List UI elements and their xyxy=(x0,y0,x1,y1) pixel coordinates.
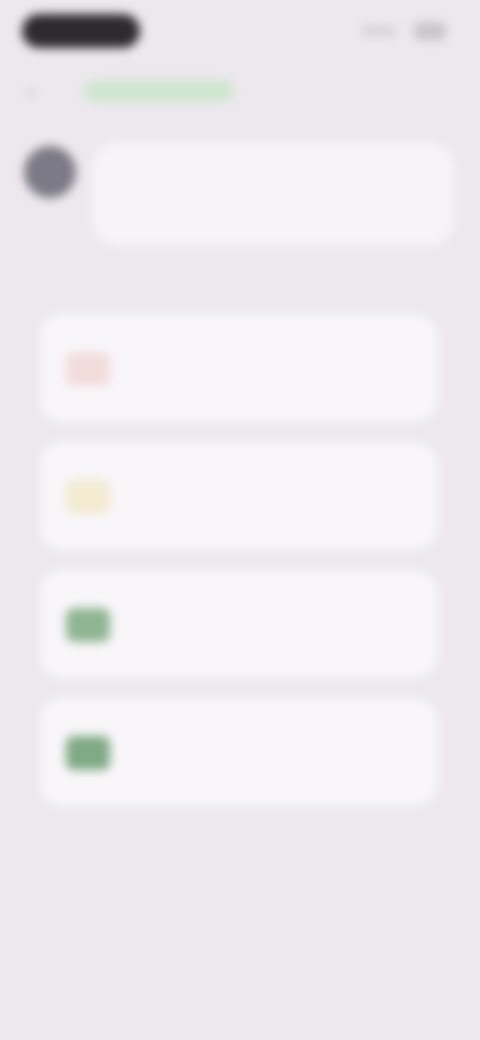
bot-bubble xyxy=(92,142,454,246)
signal-icon xyxy=(362,26,396,36)
star-icon xyxy=(66,480,110,514)
status-icons xyxy=(362,22,446,40)
header-link[interactable] xyxy=(84,80,234,102)
option-card-2[interactable] xyxy=(40,442,438,550)
option-card-4[interactable] xyxy=(40,698,438,806)
status-bar xyxy=(0,0,480,64)
time-pill xyxy=(22,14,140,48)
option-card-1[interactable] xyxy=(40,314,438,422)
check-icon xyxy=(66,736,110,770)
chat-screen: ‹ xyxy=(0,0,480,1040)
option-list xyxy=(40,314,438,826)
bot-avatar xyxy=(24,146,76,198)
back-arrow-icon[interactable]: ‹ xyxy=(18,78,44,104)
leaf-icon xyxy=(66,608,110,642)
option-card-3[interactable] xyxy=(40,570,438,678)
heart-icon xyxy=(66,352,110,386)
top-bar: ‹ xyxy=(0,72,480,112)
bot-message xyxy=(0,130,480,260)
battery-icon xyxy=(414,22,446,40)
